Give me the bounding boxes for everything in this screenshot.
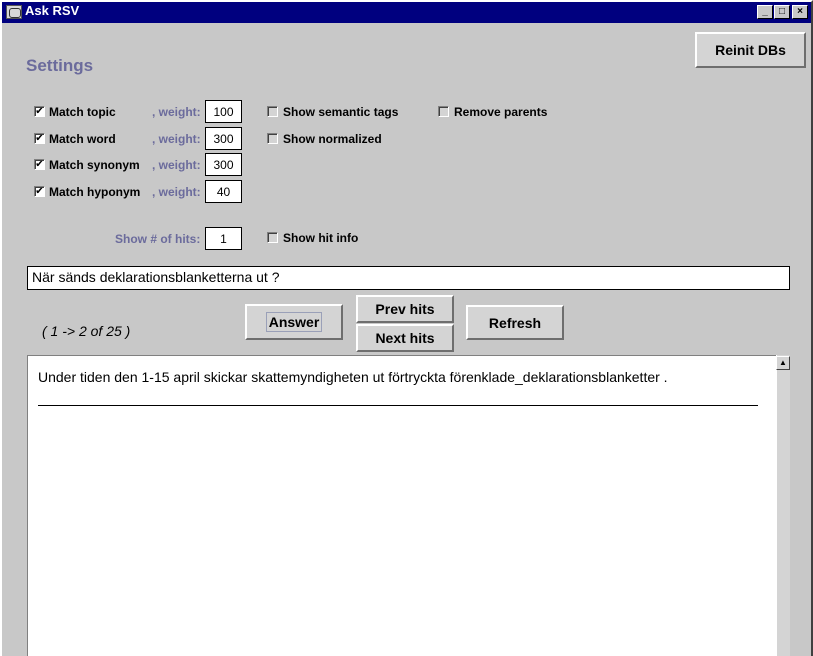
maximize-button[interactable]: □: [774, 5, 790, 19]
check-icon: ✔: [35, 105, 44, 117]
weight-label: , weight:: [152, 132, 201, 146]
weight-label: , weight:: [152, 185, 201, 199]
match-hyponym-label: Match hyponym: [49, 185, 141, 199]
app-icon[interactable]: [6, 5, 22, 19]
maximize-icon: □: [778, 6, 786, 17]
query-input[interactable]: När sänds deklarationsblanketterna ut ?: [27, 266, 790, 290]
title-bar[interactable]: [2, 2, 811, 23]
scroll-up-icon: ▲: [779, 358, 787, 367]
show-hits-label: Show # of hits:: [115, 232, 201, 246]
next-hits-button[interactable]: Next hits: [356, 324, 454, 352]
show-hits-field[interactable]: 1: [205, 227, 242, 250]
remove-parents-label: Remove parents: [454, 105, 548, 119]
check-icon: ✔: [35, 158, 44, 170]
weight-label: , weight:: [152, 105, 201, 119]
answer-label: Answer: [265, 312, 323, 332]
close-icon: ×: [797, 6, 803, 17]
settings-heading: Settings: [26, 56, 94, 75]
next-hits-label: Next hits: [375, 330, 435, 346]
refresh-button[interactable]: Refresh: [466, 305, 564, 340]
match-synonym-checkbox[interactable]: ✔: [34, 159, 45, 170]
result-text: Under tiden den 1-15 april skickar skatt…: [38, 369, 668, 385]
show-normalized-label: Show normalized: [283, 132, 382, 146]
show-normalized-checkbox[interactable]: [267, 133, 278, 144]
show-semantic-tags-label: Show semantic tags: [283, 105, 399, 119]
answer-button[interactable]: Answer: [245, 304, 343, 340]
hit-range-text: ( 1 -> 2 of 25 ): [42, 323, 131, 339]
prev-hits-label: Prev hits: [375, 301, 435, 317]
weight-label: , weight:: [152, 158, 201, 172]
vertical-scrollbar[interactable]: [776, 355, 790, 656]
match-hyponym-checkbox[interactable]: ✔: [34, 186, 45, 197]
minimize-button[interactable]: _: [757, 5, 773, 19]
show-hit-info-checkbox[interactable]: [267, 232, 278, 243]
check-icon: ✔: [35, 185, 44, 197]
result-panel[interactable]: [27, 355, 776, 656]
show-semantic-tags-checkbox[interactable]: [267, 106, 278, 117]
window-title: Ask RSV: [25, 3, 80, 18]
match-word-checkbox[interactable]: ✔: [34, 133, 45, 144]
match-topic-checkbox[interactable]: ✔: [34, 106, 45, 117]
result-divider: [38, 405, 758, 406]
prev-hits-button[interactable]: Prev hits: [356, 295, 454, 323]
reinit-dbs-button[interactable]: Reinit DBs: [695, 32, 806, 68]
refresh-label: Refresh: [488, 314, 542, 331]
minimize-icon: _: [762, 6, 768, 17]
match-word-label: Match word: [49, 132, 116, 146]
match-word-weight-field[interactable]: 300: [205, 127, 242, 150]
close-button[interactable]: ×: [792, 5, 808, 19]
match-synonym-label: Match synonym: [49, 158, 140, 172]
match-hyponym-weight-field[interactable]: 40: [205, 180, 242, 203]
reinit-dbs-label: Reinit DBs: [715, 42, 786, 58]
remove-parents-checkbox[interactable]: [438, 106, 449, 117]
check-icon: ✔: [35, 132, 44, 144]
match-topic-weight-field[interactable]: 100: [205, 100, 242, 123]
match-synonym-weight-field[interactable]: 300: [205, 153, 242, 176]
show-hit-info-label: Show hit info: [283, 231, 359, 245]
scroll-up-button[interactable]: ▲: [776, 356, 790, 370]
match-topic-label: Match topic: [49, 105, 116, 119]
